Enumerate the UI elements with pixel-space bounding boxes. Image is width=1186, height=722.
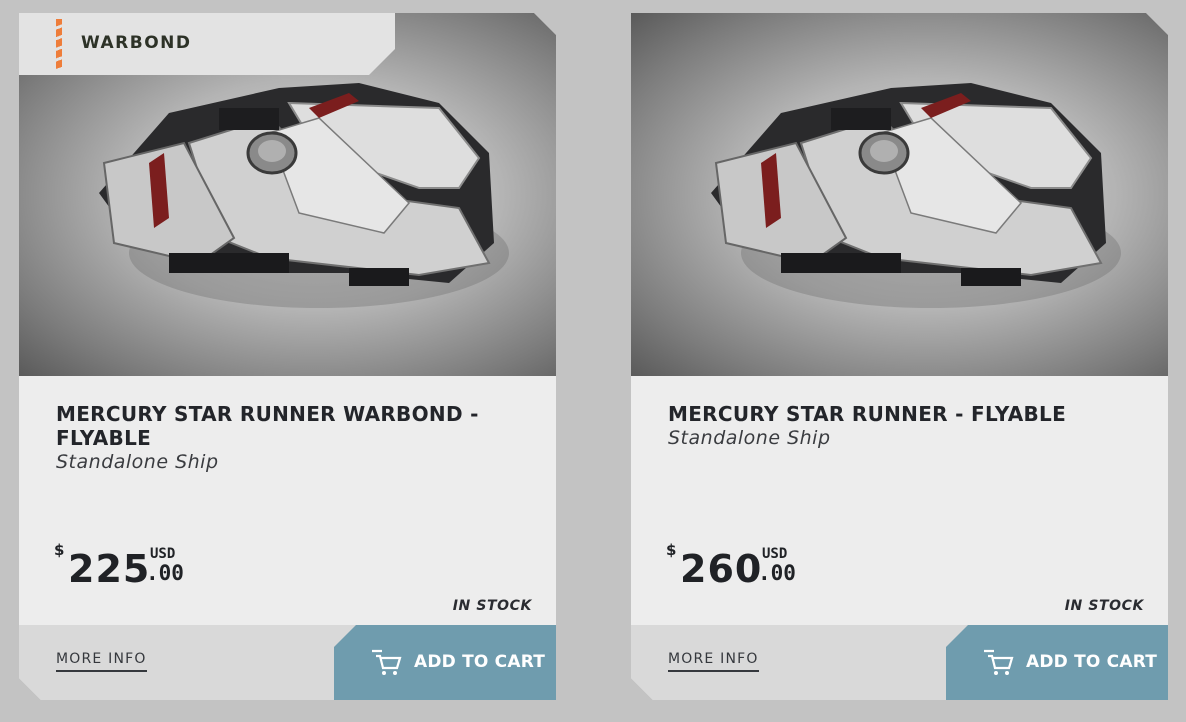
product-name[interactable]: MERCURY STAR RUNNER WARBOND - FLYABLE — [56, 402, 479, 450]
price-currency-code: USD — [150, 546, 176, 562]
card-footer: MORE INFO ADD TO CART — [631, 625, 1168, 700]
product-type: Standalone Ship — [56, 451, 219, 473]
price-currency-code: USD — [762, 546, 788, 562]
stock-status: IN STOCK — [1064, 598, 1144, 614]
warbond-badge: WARBOND — [19, 13, 395, 75]
product-card[interactable]: WARBOND MERCURY STAR RUNNER WARBOND - FL… — [19, 13, 556, 700]
add-to-cart-button[interactable]: ADD TO CART — [946, 625, 1168, 700]
cart-icon — [982, 649, 1014, 677]
product-title[interactable]: MERCURY STAR RUNNER WARBOND - FLYABLE St… — [56, 402, 526, 474]
product-type: Standalone Ship — [668, 427, 831, 449]
price-cents: .00 — [758, 561, 796, 585]
cart-icon — [370, 649, 402, 677]
ship-image — [631, 13, 1168, 376]
product-name[interactable]: MERCURY STAR RUNNER - FLYABLE — [668, 402, 1066, 426]
stock-status: IN STOCK — [452, 598, 532, 614]
product-card[interactable]: MERCURY STAR RUNNER - FLYABLE Standalone… — [631, 13, 1168, 700]
more-info-link[interactable]: MORE INFO — [56, 651, 147, 672]
badge-label: WARBOND — [81, 33, 192, 53]
more-info-link[interactable]: MORE INFO — [668, 651, 759, 672]
add-to-cart-button[interactable]: ADD TO CART — [334, 625, 556, 700]
price-cents: .00 — [146, 561, 184, 585]
card-footer: MORE INFO ADD TO CART — [19, 625, 556, 700]
add-to-cart-label: ADD TO CART — [1026, 652, 1158, 672]
currency-symbol: $ — [666, 541, 677, 559]
currency-symbol: $ — [54, 541, 65, 559]
price-integer: 260 — [680, 547, 763, 591]
badge-stripe — [56, 19, 62, 69]
price-integer: 225 — [68, 547, 151, 591]
add-to-cart-label: ADD TO CART — [414, 652, 546, 672]
product-title[interactable]: MERCURY STAR RUNNER - FLYABLE Standalone… — [668, 402, 1138, 450]
product-image[interactable] — [631, 13, 1168, 376]
